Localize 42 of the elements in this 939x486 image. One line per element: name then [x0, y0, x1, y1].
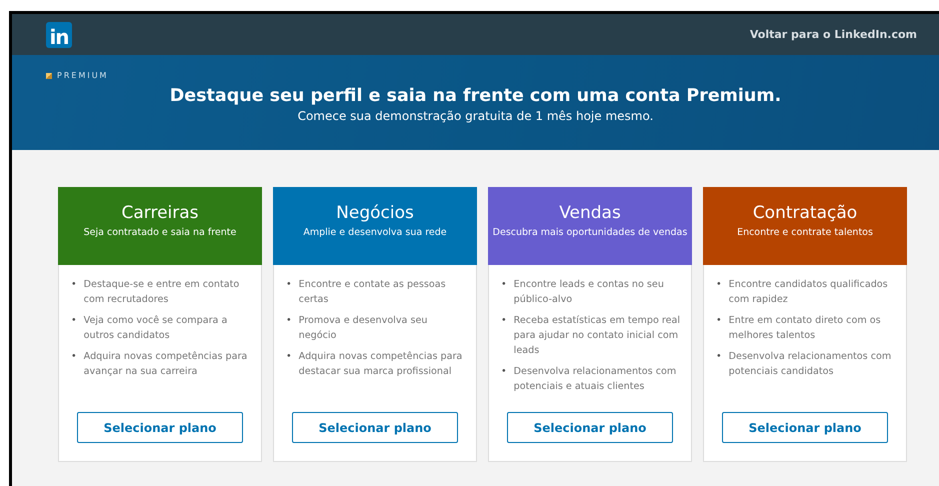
- banner-subtitle: Comece sua demonstração gratuita de 1 mês hoje mesmo.: [296, 109, 654, 123]
- premium-icon: [46, 72, 52, 78]
- feature-text: Adquira novas competências para destacar sua marca profissional: [298, 350, 464, 379]
- select-plan-button[interactable]: Selecionar plano: [722, 412, 888, 443]
- plan-title: Carreiras: [121, 203, 199, 223]
- plan-subtitle: Amplie e desenvolva sua rede: [303, 227, 447, 238]
- bullet: •: [286, 350, 292, 364]
- plan-subtitle: Encontre e contrate talentos: [737, 227, 873, 238]
- select-plan-button[interactable]: Selecionar plano: [292, 412, 458, 443]
- bullet: •: [501, 278, 507, 292]
- feature-text: Receba estatísticas em tempo real para ajudar no contato inicial com leads: [514, 314, 681, 358]
- select-plan-button[interactable]: Selecionar plano: [77, 412, 243, 443]
- banner-title: Destaque seu perfil e saia na frente com uma conta Premium.: [168, 86, 782, 106]
- feature-text: Desenvolva relacionamentos com potenciais e atuais clientes: [514, 365, 678, 394]
- plan-subtitle: Descubra mais oportunidades de vendas: [492, 227, 688, 238]
- feature-text: Encontre e contate as pessoas certas: [298, 278, 447, 307]
- bullet: •: [286, 314, 292, 328]
- feature-text: Entre em contato direto com os melhores talentos: [728, 314, 882, 343]
- feature-text: Destaque-se e entre em contato com recrutadores: [84, 278, 240, 307]
- bullet: •: [71, 314, 77, 328]
- plan-title: Negócios: [336, 203, 414, 223]
- feature-text: Encontre candidatos qualificados com rapidez: [728, 278, 889, 307]
- feature-text: Desenvolva relacionamentos com potenciais candidatos: [728, 350, 892, 379]
- bullet: •: [716, 350, 722, 364]
- plan-title: Vendas: [559, 203, 621, 223]
- select-plan-button[interactable]: Selecionar plano: [507, 412, 673, 443]
- bullet: •: [501, 314, 507, 328]
- feature-text: Veja como você se compara a outros candidatos: [84, 314, 228, 343]
- logo[interactable]: in: [46, 22, 72, 48]
- bullet: •: [501, 365, 507, 379]
- bullet: •: [71, 278, 77, 292]
- bullet: •: [716, 278, 722, 292]
- feature-text: Promova e desenvolva seu negócio: [298, 314, 428, 343]
- back-link[interactable]: Voltar para o LinkedIn.com: [750, 28, 917, 41]
- feature-text: Adquira novas competências para avançar na sua carreira: [84, 350, 248, 379]
- plan-title: Contratação: [752, 203, 858, 223]
- bullet: •: [71, 350, 77, 364]
- bullet: •: [286, 278, 292, 292]
- plan-subtitle: Seja contratado e saia na frente: [84, 227, 236, 238]
- feature-text: Encontre leads e contas no seu público-alvo: [514, 278, 665, 307]
- premium-label: PREMIUM: [57, 71, 108, 80]
- bullet: •: [716, 314, 722, 328]
